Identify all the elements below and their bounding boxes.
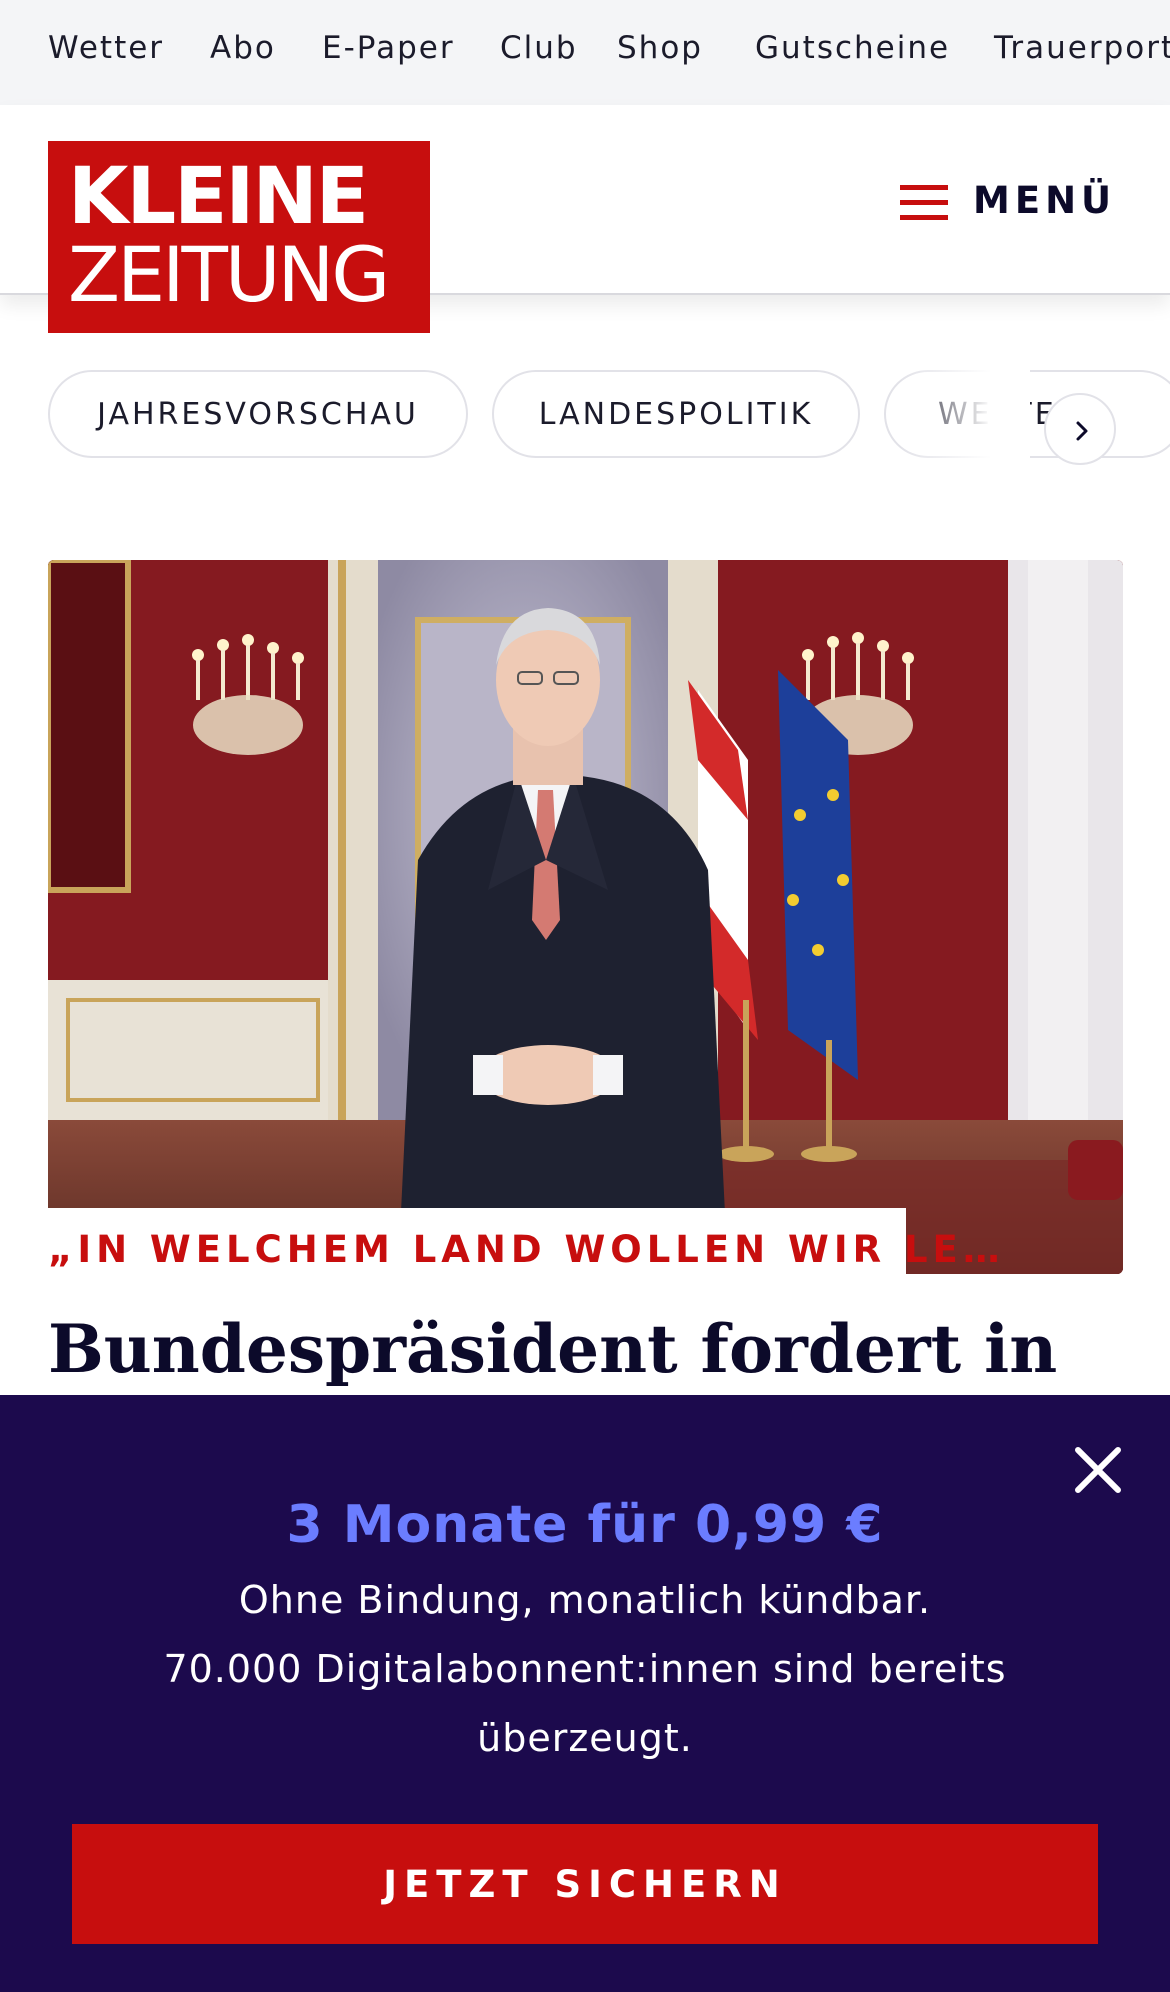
topnav-item-epaper[interactable]: E-Paper	[322, 30, 455, 66]
menu-label: MENÜ	[973, 179, 1117, 222]
hero-photo	[48, 560, 1123, 1274]
article-headline[interactable]: Bundespräsident fordert in	[48, 1310, 1057, 1388]
jetzt-sichern-button[interactable]: JETZT SICHERN	[72, 1824, 1098, 1944]
close-offer-button[interactable]	[1070, 1442, 1126, 1498]
chips-fade-overlay	[900, 368, 1030, 463]
kleine-zeitung-logo[interactable]: KLEINE ZEITUNG	[48, 141, 430, 333]
site-header: KLEINE ZEITUNG MENÜ	[0, 105, 1170, 333]
topnav-item-wetter[interactable]: Wetter	[48, 30, 164, 66]
chip-landespolitik[interactable]: LANDESPOLITIK	[492, 370, 860, 458]
close-icon	[1075, 1447, 1121, 1493]
chip-jahresvorschau[interactable]: JAHRESVORSCHAU	[48, 370, 468, 458]
offer-text-line-2: 70.000 Digitalabonnent:innen sind bereit…	[163, 1647, 1007, 1691]
hero-image[interactable]	[48, 560, 1123, 1274]
topnav-item-abo[interactable]: Abo	[210, 30, 276, 66]
topnav-item-gutscheine[interactable]: Gutscheine	[755, 30, 950, 66]
logo-line-2: ZEITUNG	[68, 230, 390, 319]
article-kicker[interactable]: „IN WELCHEM LAND WOLLEN WIR LE…	[48, 1228, 1005, 1271]
chips-next-button[interactable]	[1044, 393, 1116, 465]
menu-button[interactable]: MENÜ	[900, 165, 1120, 235]
topnav-item-club[interactable]: Club	[500, 30, 578, 66]
logo-line-1: KLEINE	[68, 152, 369, 242]
topnav-item-shop[interactable]: Shop	[617, 30, 703, 66]
offer-title: 3 Monate für 0,99 €	[286, 1495, 884, 1555]
offer-text-line-3: überzeugt.	[477, 1716, 693, 1760]
top-utility-nav: Wetter Abo E-Paper Club Shop Gutscheine …	[0, 0, 1170, 105]
chevron-right-icon	[1076, 421, 1088, 441]
topic-chips: JAHRESVORSCHAU LANDESPOLITIK WETTER	[0, 368, 1170, 463]
offer-text-line-1: Ohne Bindung, monatlich kündbar.	[238, 1578, 932, 1622]
topnav-item-trauerportal[interactable]: Trauerportal	[994, 30, 1170, 66]
hamburger-icon	[900, 185, 948, 221]
